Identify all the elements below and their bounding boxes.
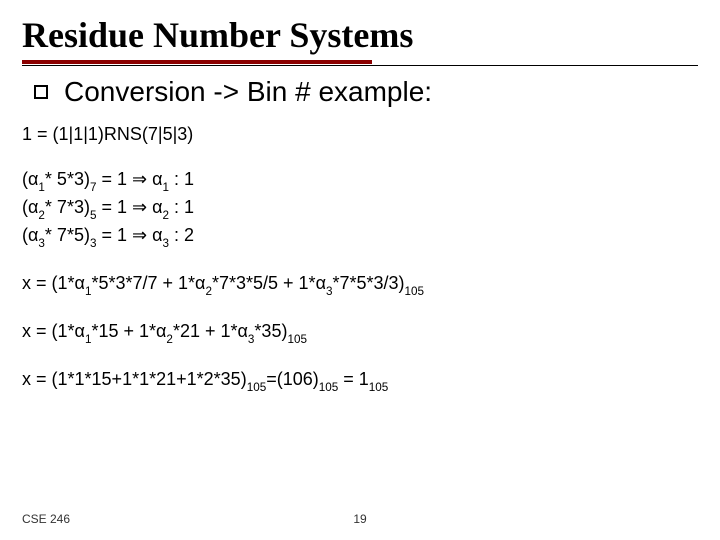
txt: *7*5*3/3) [332,273,404,293]
x-final: x = (1*1*15+1*1*21+1*2*35)105=(106)105 =… [22,367,698,395]
alpha1-line: (1* 5*3)7 = 1 1 : 1 [22,169,194,189]
txt: =(106) [266,369,319,389]
rule-thin [22,65,698,66]
bullet-box-icon [34,85,48,99]
footer-page: 19 [353,512,366,526]
alpha-icon [75,273,85,293]
txt: = 1 [96,169,132,189]
sub: 5 [90,209,97,222]
sub: 2 [205,285,212,298]
bullet-heading: Conversion -> Bin # example: [64,76,432,108]
txt: x = (1* [22,321,75,341]
alpha-icon [156,321,166,341]
alpha-icon [238,321,248,341]
txt: x = (1*1*15+1*1*21+1*2*35) [22,369,247,389]
alpha-computations: (1* 5*3)7 = 1 1 : 1 (2* 7*3)5 = 1 2 : 1 … [22,167,698,251]
txt: * 7*3) [45,197,90,217]
imply-icon [132,169,147,189]
sub: 105 [247,381,267,394]
sub: 1 [163,181,170,194]
txt: *21 + 1* [173,321,238,341]
sub: 2 [166,333,173,346]
txt: = 1 [96,225,132,245]
imply-icon [132,197,147,217]
slide-body: 1 = (1|1|1)RNS(7|5|3) (1* 5*3)7 = 1 1 : … [22,122,698,395]
alpha-icon [28,225,38,245]
sub1: 1 [38,181,45,194]
txt: * 5*3) [45,169,90,189]
x-expansion-simplified: x = (1* 1*15 + 1* 2*21 + 1* 3*35)105 [22,319,698,347]
alpha-icon [152,169,162,189]
alpha-icon [28,197,38,217]
sub: 3 [90,237,97,250]
title-rule [22,60,698,66]
sub: 1 [85,285,92,298]
sub: 105 [405,285,425,298]
txt: * 7*5) [45,225,90,245]
txt: : 1 [169,197,194,217]
sub: 1 [85,333,92,346]
sub: 105 [287,333,307,346]
sub: 105 [319,381,339,394]
slide: Residue Number Systems Conversion -> Bin… [0,0,720,540]
sub: 3 [163,237,170,250]
alpha-icon [316,273,326,293]
txt: *35) [254,321,287,341]
sub2: 2 [38,209,45,222]
x-expansion-full: x = (1* 1*5*3*7/7 + 1* 2*7*3*5/5 + 1* 3*7*5… [22,271,698,299]
sub: 2 [163,209,170,222]
txt: = 1 [338,369,369,389]
alpha-icon [152,197,162,217]
sub3: 3 [38,237,45,250]
sub: 105 [369,381,389,394]
sub: 3 [326,285,333,298]
txt: *5*3*7/7 + 1* [91,273,195,293]
sub: 7 [90,181,97,194]
rns-definition: 1 = (1|1|1)RNS(7|5|3) [22,122,698,147]
txt: x = (1* [22,273,75,293]
txt: : 2 [169,225,194,245]
txt: *15 + 1* [91,321,156,341]
txt: = 1 [96,197,132,217]
bullet-row: Conversion -> Bin # example: [34,76,698,108]
footer-course: CSE 246 [22,512,70,526]
alpha-icon [152,225,162,245]
alpha3-line: (3* 7*5)3 = 1 3 : 2 [22,225,194,245]
imply-icon [132,225,147,245]
sub: 3 [248,333,255,346]
alpha-icon [75,321,85,341]
txt: *7*3*5/5 + 1* [212,273,316,293]
rule-red [22,60,372,64]
alpha-icon [195,273,205,293]
txt: : 1 [169,169,194,189]
alpha-icon [28,169,38,189]
page-title: Residue Number Systems [22,14,698,56]
alpha2-line: (2* 7*3)5 = 1 2 : 1 [22,197,194,217]
